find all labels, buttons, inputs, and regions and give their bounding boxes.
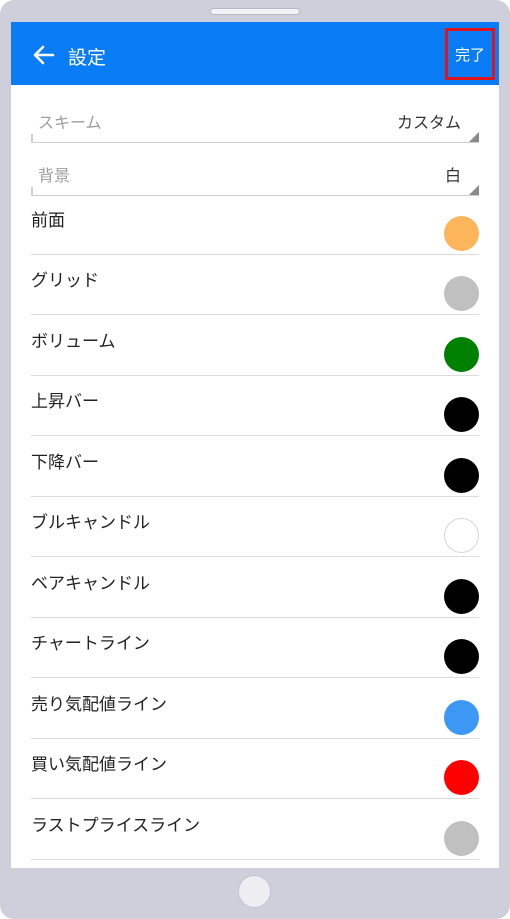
color-swatch[interactable] (444, 821, 479, 856)
color-row-label: ボリューム (31, 332, 116, 352)
color-row-label: ベアキャンドル (31, 574, 150, 594)
back-arrow-icon[interactable] (33, 44, 55, 66)
screen: 設定 完了 スキーム カスタム 背景 白 前面 グリッド ボリューム 上昇バー … (11, 22, 499, 868)
dropdown-caret-icon (469, 132, 479, 142)
color-row-volume[interactable]: ボリューム (31, 316, 479, 376)
color-swatch[interactable] (444, 579, 479, 614)
color-row-chart-line[interactable]: チャートライン (31, 618, 479, 678)
done-button[interactable]: 完了 (445, 28, 495, 80)
color-row-label: 買い気配値ライン (31, 755, 167, 775)
home-button[interactable] (238, 875, 271, 908)
background-select[interactable]: 背景 白 (31, 156, 479, 196)
color-swatch[interactable] (444, 760, 479, 795)
color-row-label: グリッド (31, 271, 99, 291)
color-swatch[interactable] (444, 216, 479, 251)
color-swatch[interactable] (444, 639, 479, 674)
color-row-up-bar[interactable]: 上昇バー (31, 376, 479, 436)
color-row-label: 下降バー (31, 453, 99, 473)
color-row-last-price-line[interactable]: ラストプライスライン (31, 800, 479, 860)
color-row-bear-candle[interactable]: ベアキャンドル (31, 558, 479, 618)
color-swatch[interactable] (444, 700, 479, 735)
color-row-label: 前面 (31, 211, 65, 231)
color-row-label: ブルキャンドル (31, 513, 150, 533)
color-row-ask-line[interactable]: 売り気配値ライン (31, 679, 479, 739)
scheme-value: カスタム (396, 113, 461, 132)
color-row-label: ラストプライスライン (31, 816, 201, 836)
background-label: 背景 (38, 166, 71, 185)
color-swatch[interactable] (444, 276, 479, 311)
dropdown-caret-icon (469, 185, 479, 195)
color-row-grid[interactable]: グリッド (31, 255, 479, 315)
scheme-select[interactable]: スキーム カスタム (31, 103, 479, 143)
device-frame: 設定 完了 スキーム カスタム 背景 白 前面 グリッド ボリューム 上昇バー … (0, 0, 510, 919)
page-title: 設定 (68, 47, 107, 69)
app-bar: 設定 完了 (11, 22, 499, 85)
color-row-label: 売り気配値ライン (31, 695, 167, 715)
color-row-foreground[interactable]: 前面 (31, 195, 479, 255)
color-row-down-bar[interactable]: 下降バー (31, 437, 479, 497)
color-swatch[interactable] (444, 518, 479, 553)
color-swatch[interactable] (444, 337, 479, 372)
speaker-slot (210, 8, 300, 15)
background-value: 白 (444, 166, 461, 185)
scheme-label: スキーム (38, 113, 102, 132)
color-row-label: 上昇バー (31, 392, 99, 412)
color-swatch[interactable] (444, 458, 479, 493)
color-row-label: チャートライン (31, 634, 150, 654)
color-row-bid-line[interactable]: 買い気配値ライン (31, 739, 479, 799)
color-row-bull-candle[interactable]: ブルキャンドル (31, 497, 479, 557)
color-swatch[interactable] (444, 397, 479, 432)
